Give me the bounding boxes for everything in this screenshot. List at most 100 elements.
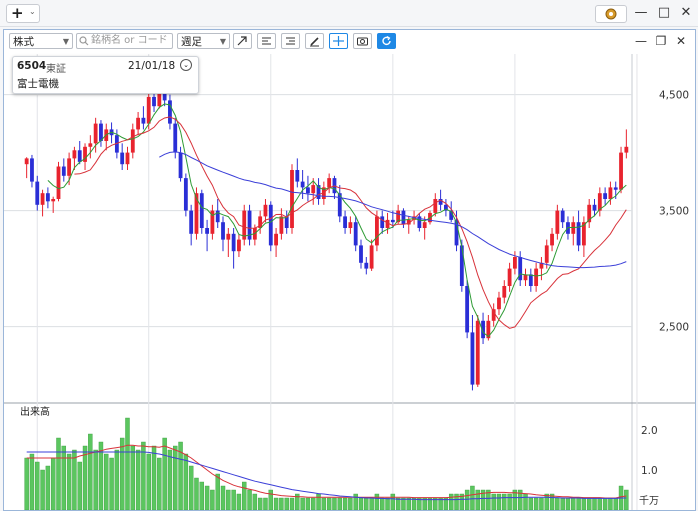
volume-bar: [104, 453, 109, 510]
volume-bar: [565, 497, 571, 510]
crosshair-tool-button[interactable]: [329, 33, 348, 49]
period-select[interactable]: 週足 ▼: [177, 33, 230, 49]
volume-bar: [544, 493, 549, 510]
maximize-window-button[interactable]: □: [655, 4, 673, 22]
volume-bar: [395, 497, 401, 510]
volume-bar: [560, 497, 565, 510]
refresh-button[interactable]: [377, 33, 396, 49]
candle-down: [465, 286, 470, 333]
volume-bar: [210, 489, 215, 510]
volume-bar: [273, 497, 279, 510]
volume-bar: [470, 485, 475, 510]
candle-up: [512, 257, 517, 269]
search-icon: [79, 36, 89, 46]
trend-line-tool-button[interactable]: [233, 33, 252, 49]
candle-down: [306, 187, 310, 194]
volume-bar: [380, 497, 385, 510]
volume-bar: [300, 497, 305, 510]
candle-up: [348, 222, 353, 228]
candle-down: [528, 274, 533, 286]
volume-bar: [119, 437, 125, 510]
candlestick-chart[interactable]: 4,5003,5002,5002.01.0千万18/04/0218/10/011…: [4, 54, 695, 510]
volume-bar: [321, 497, 327, 510]
candle-down: [300, 181, 305, 188]
candle-up: [263, 204, 268, 217]
volume-bar: [305, 497, 311, 510]
volume-bar: [263, 497, 268, 510]
candle-up: [67, 158, 72, 176]
volume-bar: [364, 497, 369, 510]
minimize-window-button[interactable]: —: [632, 4, 650, 22]
draw-pen-tool-button[interactable]: [305, 33, 324, 49]
candle-up: [93, 123, 98, 144]
volume-bar: [602, 497, 608, 510]
panel-minimize-button[interactable]: —: [633, 33, 649, 49]
candle-down: [459, 245, 464, 286]
settings-button[interactable]: [595, 5, 627, 23]
volume-bar: [316, 493, 321, 510]
candle-up: [555, 210, 560, 234]
market-select[interactable]: 株式 ▼: [9, 33, 73, 49]
candle-down: [576, 222, 581, 246]
panel-close-button[interactable]: ✕: [673, 33, 689, 49]
volume-bar: [66, 453, 72, 510]
candle-up: [130, 129, 135, 153]
gear-icon: [605, 8, 617, 20]
volume-bar: [337, 497, 342, 510]
volume-bar: [539, 497, 544, 510]
align-left-icon: [262, 37, 271, 45]
volume-bar: [24, 457, 29, 510]
candle-up: [375, 216, 379, 246]
volume-bar: [88, 433, 93, 510]
app-top-bar: + ⌄ — □ ✕: [0, 0, 698, 27]
expand-icon[interactable]: ⌄: [180, 59, 192, 71]
candle-up: [72, 150, 77, 159]
volume-bar: [204, 485, 210, 510]
volume-bar: [353, 493, 358, 510]
price-tick-label: 3,500: [659, 206, 689, 218]
add-symbol-button[interactable]: + ⌄: [6, 4, 40, 23]
volume-bar: [236, 493, 242, 510]
chevron-down-icon: ▼: [62, 37, 69, 46]
volume-bar: [125, 417, 130, 510]
candle-up: [491, 309, 496, 321]
candle-down: [221, 222, 225, 240]
symbol-search-input[interactable]: 銘柄名 or コード: [76, 33, 173, 49]
candle-up: [534, 268, 539, 286]
volume-bar: [247, 489, 252, 510]
volume-bar: [528, 497, 534, 510]
volume-bar: [348, 497, 353, 510]
volume-bar: [135, 449, 141, 510]
candle-down: [199, 193, 204, 228]
volume-bar: [491, 493, 496, 510]
candle-up: [507, 268, 512, 286]
search-placeholder: 銘柄名 or コード: [91, 35, 168, 46]
volume-bar: [72, 449, 77, 510]
candle-down: [268, 204, 273, 246]
volume-bar: [130, 445, 136, 510]
volume-bar: [151, 445, 157, 510]
screenshot-button[interactable]: [353, 33, 372, 49]
candle-down: [141, 117, 146, 124]
panel-restore-button[interactable]: ❐: [653, 33, 669, 49]
candle-up: [125, 152, 130, 165]
volume-bar: [533, 497, 539, 510]
horizontal-ray-tool-button[interactable]: [281, 33, 300, 49]
candle-up: [56, 166, 61, 199]
candle-up: [290, 170, 294, 228]
volume-bar: [390, 493, 396, 510]
volume-bar: [199, 481, 205, 510]
candle-down: [168, 100, 172, 124]
volume-bar: [369, 497, 374, 510]
candle-down: [390, 219, 395, 223]
horizontal-line-tool-button[interactable]: [257, 33, 276, 49]
close-window-button[interactable]: ✕: [677, 4, 695, 22]
volume-bar: [597, 497, 603, 510]
candle-down: [295, 170, 300, 182]
chevron-down-icon: ⌄: [29, 7, 36, 16]
volume-bar: [613, 497, 618, 510]
candle-up: [136, 117, 141, 130]
volume-bar: [581, 497, 587, 510]
candle-up: [502, 286, 507, 298]
volume-bar: [194, 477, 199, 510]
